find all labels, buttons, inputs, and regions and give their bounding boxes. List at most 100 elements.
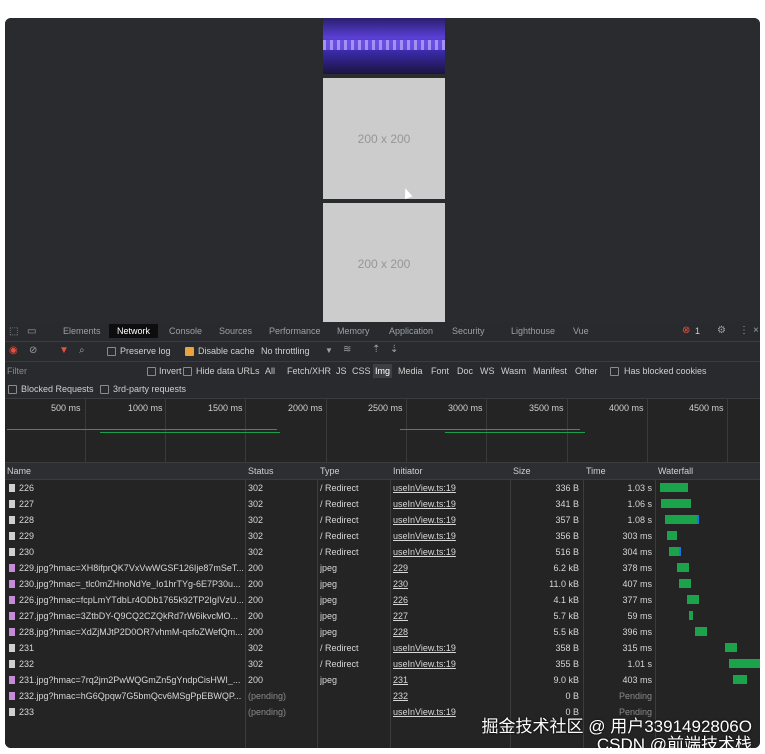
- request-initiator[interactable]: useInView.ts:19: [393, 659, 507, 669]
- request-status: (pending): [248, 691, 287, 701]
- blocked-requests-bar: Blocked Requests 3rd-party requests: [5, 380, 760, 399]
- filter-icon[interactable]: ▼: [59, 345, 69, 356]
- settings-gear-icon[interactable]: ⚙: [717, 325, 726, 336]
- filter-type-fetch-xhr[interactable]: Fetch/XHR: [287, 366, 331, 376]
- third-party-label: 3rd-party requests: [113, 384, 187, 394]
- waterfall-bar: [661, 499, 691, 508]
- filter-type-manifest[interactable]: Manifest: [533, 366, 567, 376]
- column-header-name[interactable]: Name: [7, 466, 31, 476]
- filter-type-ws[interactable]: WS: [480, 366, 495, 376]
- request-initiator[interactable]: 226: [393, 595, 507, 605]
- tab-vue[interactable]: Vue: [573, 326, 589, 336]
- column-header-time[interactable]: Time: [586, 466, 606, 476]
- table-row[interactable]: 226.jpg?hmac=fcpLmYTdbLr4ODb1765k92TP2Ig…: [5, 592, 760, 608]
- column-header-type[interactable]: Type: [320, 466, 340, 476]
- request-status: 200: [248, 627, 264, 637]
- overview-activity-line: [100, 432, 280, 433]
- import-har-icon[interactable]: ⇡: [372, 344, 380, 355]
- table-row[interactable]: 226 302 / Redirect useInView.ts:19 336 B 1.03…: [5, 480, 760, 496]
- filter-type-other[interactable]: Other: [575, 366, 598, 376]
- request-initiator[interactable]: useInView.ts:19: [393, 547, 507, 557]
- wifi-conditions-icon[interactable]: ≋: [343, 344, 351, 355]
- filter-type-css[interactable]: CSS: [352, 366, 371, 376]
- error-icon[interactable]: ⊗: [682, 325, 690, 336]
- export-har-icon[interactable]: ⇣: [390, 344, 398, 355]
- invert-checkbox[interactable]: [147, 367, 156, 376]
- search-icon[interactable]: ⌕: [79, 345, 85, 356]
- device-toolbar-icon[interactable]: ▭: [27, 326, 36, 337]
- filter-input[interactable]: Filter: [7, 366, 27, 376]
- request-initiator[interactable]: useInView.ts:19: [393, 515, 507, 525]
- filter-type-js[interactable]: JS: [336, 366, 347, 376]
- tab-security[interactable]: Security: [452, 326, 485, 336]
- record-icon[interactable]: ◉: [9, 345, 18, 356]
- tab-memory[interactable]: Memory: [337, 326, 370, 336]
- table-row[interactable]: 230.jpg?hmac=_tlc0mZHnoNdYe_Io1hrTYg-6E7…: [5, 576, 760, 592]
- filter-type-img[interactable]: Img: [373, 364, 393, 378]
- column-header-size[interactable]: Size: [513, 466, 531, 476]
- column-header-initiator[interactable]: Initiator: [393, 466, 423, 476]
- tab-sources[interactable]: Sources: [219, 326, 252, 336]
- filter-bar: Filter Invert Hide data URLs All Fetch/X…: [5, 362, 760, 380]
- image-placeholder-1: 200 x 200: [323, 78, 445, 199]
- request-initiator[interactable]: useInView.ts:19: [393, 499, 507, 509]
- image-file-icon: [9, 628, 15, 636]
- overview-tick: 1500 ms: [208, 403, 243, 413]
- disable-cache-checkbox[interactable]: [185, 347, 194, 356]
- request-initiator[interactable]: 229: [393, 563, 507, 573]
- waterfall-bar-download: [679, 547, 681, 556]
- table-row[interactable]: 232 302 / Redirect useInView.ts:19 355 B 1.01…: [5, 656, 760, 672]
- overview-tick: 2000 ms: [288, 403, 323, 413]
- tab-application[interactable]: Application: [389, 326, 433, 336]
- tab-network[interactable]: Network: [109, 324, 159, 338]
- column-header-status[interactable]: Status: [248, 466, 274, 476]
- table-row[interactable]: 228.jpg?hmac=XdZjMJtP2D0OR7vhmM-qsfoZWef…: [5, 624, 760, 640]
- request-size: 5.7 kB: [553, 611, 579, 621]
- table-row[interactable]: 228 302 / Redirect useInView.ts:19 357 B 1.08…: [5, 512, 760, 528]
- document-file-icon: [9, 660, 15, 668]
- table-row[interactable]: 229.jpg?hmac=XH8ifprQK7VxVwWGSF126Ije87m…: [5, 560, 760, 576]
- request-initiator[interactable]: 231: [393, 675, 507, 685]
- request-initiator[interactable]: 227: [393, 611, 507, 621]
- blocked-requests-checkbox[interactable]: [8, 385, 17, 394]
- inspect-element-icon[interactable]: ⬚: [9, 326, 18, 337]
- tab-performance[interactable]: Performance: [269, 326, 321, 336]
- tab-elements[interactable]: Elements: [63, 326, 101, 336]
- filter-type-media[interactable]: Media: [398, 366, 423, 376]
- filter-type-doc[interactable]: Doc: [457, 366, 473, 376]
- clear-icon[interactable]: ⊘: [29, 345, 37, 356]
- close-devtools-icon[interactable]: ×: [753, 325, 759, 336]
- request-initiator[interactable]: useInView.ts:19: [393, 531, 507, 541]
- filter-type-all[interactable]: All: [265, 366, 275, 376]
- request-status: 200: [248, 595, 264, 605]
- hide-data-urls-checkbox[interactable]: [183, 367, 192, 376]
- third-party-checkbox[interactable]: [100, 385, 109, 394]
- request-initiator[interactable]: 228: [393, 627, 507, 637]
- request-initiator[interactable]: useInView.ts:19: [393, 483, 507, 493]
- table-row[interactable]: 230 302 / Redirect useInView.ts:19 516 B 304 …: [5, 544, 760, 560]
- network-overview[interactable]: 500 ms 1000 ms 1500 ms 2000 ms 2500 ms 3…: [5, 399, 760, 463]
- request-status: 302: [248, 531, 264, 541]
- request-type: jpeg: [320, 627, 338, 637]
- table-row[interactable]: 232.jpg?hmac=hG6Qpqw7G5bmQcv6MSgPpEBWQP.…: [5, 688, 760, 704]
- column-header-waterfall[interactable]: Waterfall: [658, 466, 693, 476]
- has-blocked-cookies-checkbox[interactable]: [610, 367, 619, 376]
- tab-lighthouse[interactable]: Lighthouse: [511, 326, 555, 336]
- request-size: 9.0 kB: [553, 675, 579, 685]
- table-row[interactable]: 231 302 / Redirect useInView.ts:19 358 B 315 …: [5, 640, 760, 656]
- overview-gridline: [486, 399, 487, 462]
- preserve-log-checkbox[interactable]: [107, 347, 116, 356]
- table-row[interactable]: 227.jpg?hmac=3ZtbDY-Q9CQ2CZQkRd7rW6ikvcM…: [5, 608, 760, 624]
- throttling-select[interactable]: No throttling: [261, 346, 310, 356]
- chevron-down-icon[interactable]: ▼: [325, 346, 333, 355]
- filter-type-wasm[interactable]: Wasm: [501, 366, 526, 376]
- table-row[interactable]: 231.jpg?hmac=7rq2jm2PwWQGmZn5gYndpCisHWI…: [5, 672, 760, 688]
- tab-console[interactable]: Console: [169, 326, 202, 336]
- request-initiator[interactable]: 230: [393, 579, 507, 589]
- table-row[interactable]: 227 302 / Redirect useInView.ts:19 341 B 1.06…: [5, 496, 760, 512]
- filter-type-font[interactable]: Font: [431, 366, 449, 376]
- more-options-icon[interactable]: ⋮: [739, 325, 749, 336]
- request-initiator[interactable]: useInView.ts:19: [393, 643, 507, 653]
- table-row[interactable]: 229 302 / Redirect useInView.ts:19 356 B 303 …: [5, 528, 760, 544]
- request-initiator[interactable]: 232: [393, 691, 507, 701]
